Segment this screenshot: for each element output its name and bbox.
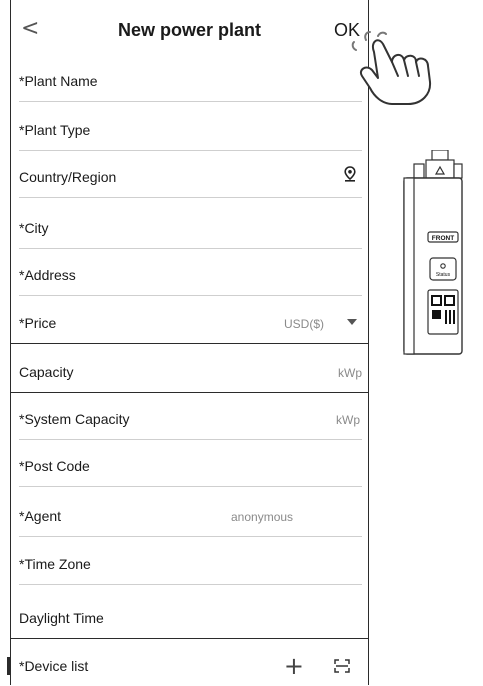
- price-currency: USD($): [283, 317, 324, 331]
- caret-down-icon[interactable]: [346, 313, 358, 329]
- page-title: New power plant: [117, 20, 261, 40]
- location-pin-icon[interactable]: [344, 166, 356, 185]
- plant-name-field[interactable]: *Plant Name: [19, 55, 362, 102]
- daylight-time-field[interactable]: Daylight Time: [11, 592, 368, 639]
- system-capacity-field[interactable]: *System Capacity kWp: [19, 393, 362, 440]
- device-list-marker: [7, 657, 11, 675]
- address-field[interactable]: *Address: [19, 249, 362, 296]
- daylight-time-label: Daylight Time: [19, 610, 104, 626]
- svg-text:FRONT: FRONT: [432, 235, 454, 242]
- plus-icon[interactable]: +: [284, 652, 304, 680]
- city-field[interactable]: *City: [19, 202, 362, 249]
- country-region-label: Country/Region: [19, 169, 117, 185]
- address-label: *Address: [19, 267, 76, 283]
- city-label: *City: [19, 220, 49, 236]
- device-list-label: *Device list: [19, 658, 89, 674]
- agent-label: *Agent: [19, 508, 62, 524]
- capacity-field[interactable]: Capacity kWp: [11, 346, 368, 393]
- svg-text:Status: Status: [436, 272, 451, 278]
- plant-name-label: *Plant Name: [19, 73, 98, 89]
- post-code-field[interactable]: *Post Code: [19, 440, 362, 487]
- country-region-field[interactable]: Country/Region: [19, 151, 362, 198]
- system-capacity-unit: kWp: [336, 413, 360, 427]
- device-list-row: *Device list +: [19, 640, 362, 686]
- plant-type-field[interactable]: *Plant Type: [19, 104, 362, 151]
- time-zone-field[interactable]: *Time Zone: [19, 538, 362, 585]
- agent-field[interactable]: *Agent anonymous: [19, 490, 362, 537]
- inverter-device-illustration: FRONT Status: [402, 149, 464, 361]
- plant-type-label: *Plant Type: [19, 122, 91, 138]
- hand-pointer-icon: [348, 30, 448, 115]
- capacity-unit: kWp: [338, 366, 362, 380]
- capacity-label: Capacity: [19, 364, 74, 380]
- scan-icon[interactable]: [334, 659, 350, 676]
- price-field[interactable]: *Price USD($): [11, 297, 368, 344]
- price-label: *Price: [19, 315, 57, 331]
- header-bar: < New power plant OK: [11, 0, 368, 60]
- agent-value: anonymous: [231, 510, 294, 524]
- new-plant-screen: < New power plant OK *Plant Name *Plant …: [7, 0, 369, 686]
- system-capacity-label: *System Capacity: [19, 411, 130, 427]
- post-code-label: *Post Code: [19, 458, 90, 474]
- time-zone-label: *Time Zone: [19, 556, 91, 572]
